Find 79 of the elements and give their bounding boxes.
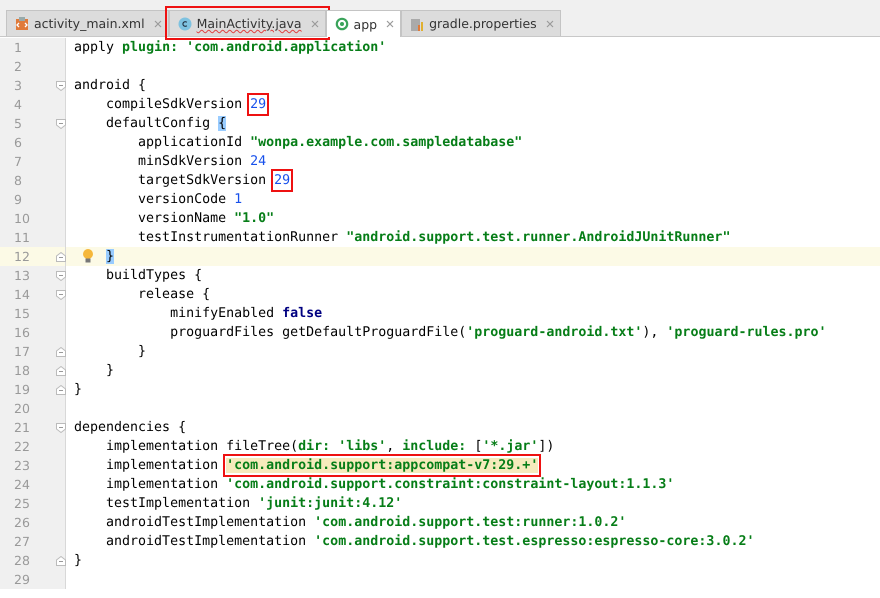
- editor-tab[interactable]: gradle.properties: [401, 10, 561, 36]
- line-number: 2: [13, 59, 23, 74]
- code-line: androidTestImplementation 'com.android.support.test:runner:1.0.2': [105, 514, 626, 531]
- code-line: }: [137, 343, 146, 360]
- code-line: apply plugin: 'com.android.application': [74, 39, 386, 56]
- code-line: testImplementation 'junit:junit:4.12': [105, 495, 402, 512]
- code-line: minSdkVersion 24: [137, 153, 266, 170]
- fold-icon[interactable]: [56, 556, 66, 566]
- line-number: 6: [13, 135, 23, 150]
- line-number: 7: [13, 154, 23, 169]
- line-number: 21: [13, 420, 31, 435]
- line-number: 27: [13, 534, 31, 549]
- close-icon[interactable]: [546, 20, 554, 28]
- code-line: dependencies {: [74, 419, 186, 436]
- line-number: 3: [13, 78, 23, 93]
- close-icon[interactable]: [310, 20, 319, 28]
- editor-tab[interactable]: app: [326, 10, 402, 37]
- code-line: }: [105, 362, 114, 379]
- lightbulb-icon[interactable]: [82, 248, 94, 264]
- class-icon: [178, 16, 192, 30]
- code-line: proguardFiles getDefaultProguardFile('proguard-android.txt'), 'proguard-rules.pro': [169, 324, 827, 341]
- code-line: buildTypes {: [105, 267, 202, 284]
- fold-icon[interactable]: [56, 366, 66, 376]
- code-line: versionCode 1: [137, 191, 242, 208]
- ring-icon: [334, 17, 349, 31]
- code-line: }: [74, 381, 82, 398]
- line-number: 10: [13, 211, 31, 226]
- line-number: 23: [13, 458, 31, 473]
- code-text: targetSdkVersion: [137, 172, 268, 189]
- line-number: 18: [13, 363, 31, 378]
- bar-chart-icon: [410, 16, 424, 30]
- editor-tab[interactable]: activity_main.xml: [6, 10, 169, 36]
- code-line: defaultConfig {: [105, 115, 226, 132]
- code-line: implementation fileTree(dir: 'libs', include: ['*.jar']): [105, 438, 554, 455]
- line-number: 20: [13, 401, 31, 416]
- fold-icon[interactable]: [56, 118, 66, 128]
- highlighted-code: 29: [274, 172, 290, 189]
- line-number: 8: [13, 173, 23, 188]
- line-number: 22: [13, 439, 31, 454]
- line-number: 24: [13, 477, 31, 492]
- fold-icon[interactable]: [56, 422, 66, 432]
- fold-icon[interactable]: [56, 80, 66, 90]
- code-line: minifyEnabled false: [169, 305, 322, 322]
- fold-icon[interactable]: [56, 346, 66, 356]
- close-icon[interactable]: [154, 20, 162, 28]
- line-number: 15: [13, 306, 31, 321]
- fold-icon[interactable]: [56, 270, 66, 280]
- code-line: }: [74, 552, 82, 569]
- line-number: 17: [13, 344, 31, 359]
- line-number: 11: [13, 230, 31, 245]
- line-number: 9: [13, 192, 23, 207]
- line-number: 5: [13, 116, 23, 131]
- code-text: compileSdkVersion: [105, 96, 244, 113]
- line-number: 13: [13, 268, 31, 283]
- code-line: android {: [74, 77, 146, 94]
- code-text: implementation: [105, 457, 220, 474]
- line-number: 12: [13, 249, 31, 264]
- close-icon[interactable]: [386, 20, 394, 28]
- code-line: versionName "1.0": [137, 210, 274, 227]
- line-number: 16: [13, 325, 31, 340]
- line-number: 19: [13, 382, 31, 397]
- code-line: implementation 'com.android.support.constraint:constraint-layout:1.1.3': [105, 476, 674, 493]
- code-line: testInstrumentationRunner "android.support.test.runner.AndroidJUnitRunner": [137, 229, 730, 246]
- fold-icon[interactable]: [56, 384, 66, 394]
- code-line: androidTestImplementation 'com.android.support.test.espresso:espresso-core:3.0.2': [105, 533, 754, 550]
- file-code-icon: [15, 16, 29, 30]
- line-number: 28: [13, 553, 31, 568]
- line-number: 25: [13, 496, 31, 511]
- fold-icon[interactable]: [56, 290, 66, 300]
- fold-icon[interactable]: [56, 252, 66, 262]
- line-number: 4: [13, 97, 23, 112]
- code-line: applicationId "wonpa.example.com.sampledatabase": [137, 134, 522, 151]
- line-number: 1: [13, 40, 23, 55]
- line-number: 26: [13, 515, 31, 530]
- highlighted-code: 29: [250, 96, 266, 113]
- highlighted-code: 'com.android.support:appcompat-v7:29.+': [226, 457, 538, 474]
- code-line: release {: [137, 286, 210, 303]
- line-number: 14: [13, 287, 31, 302]
- line-number: 29: [13, 572, 31, 587]
